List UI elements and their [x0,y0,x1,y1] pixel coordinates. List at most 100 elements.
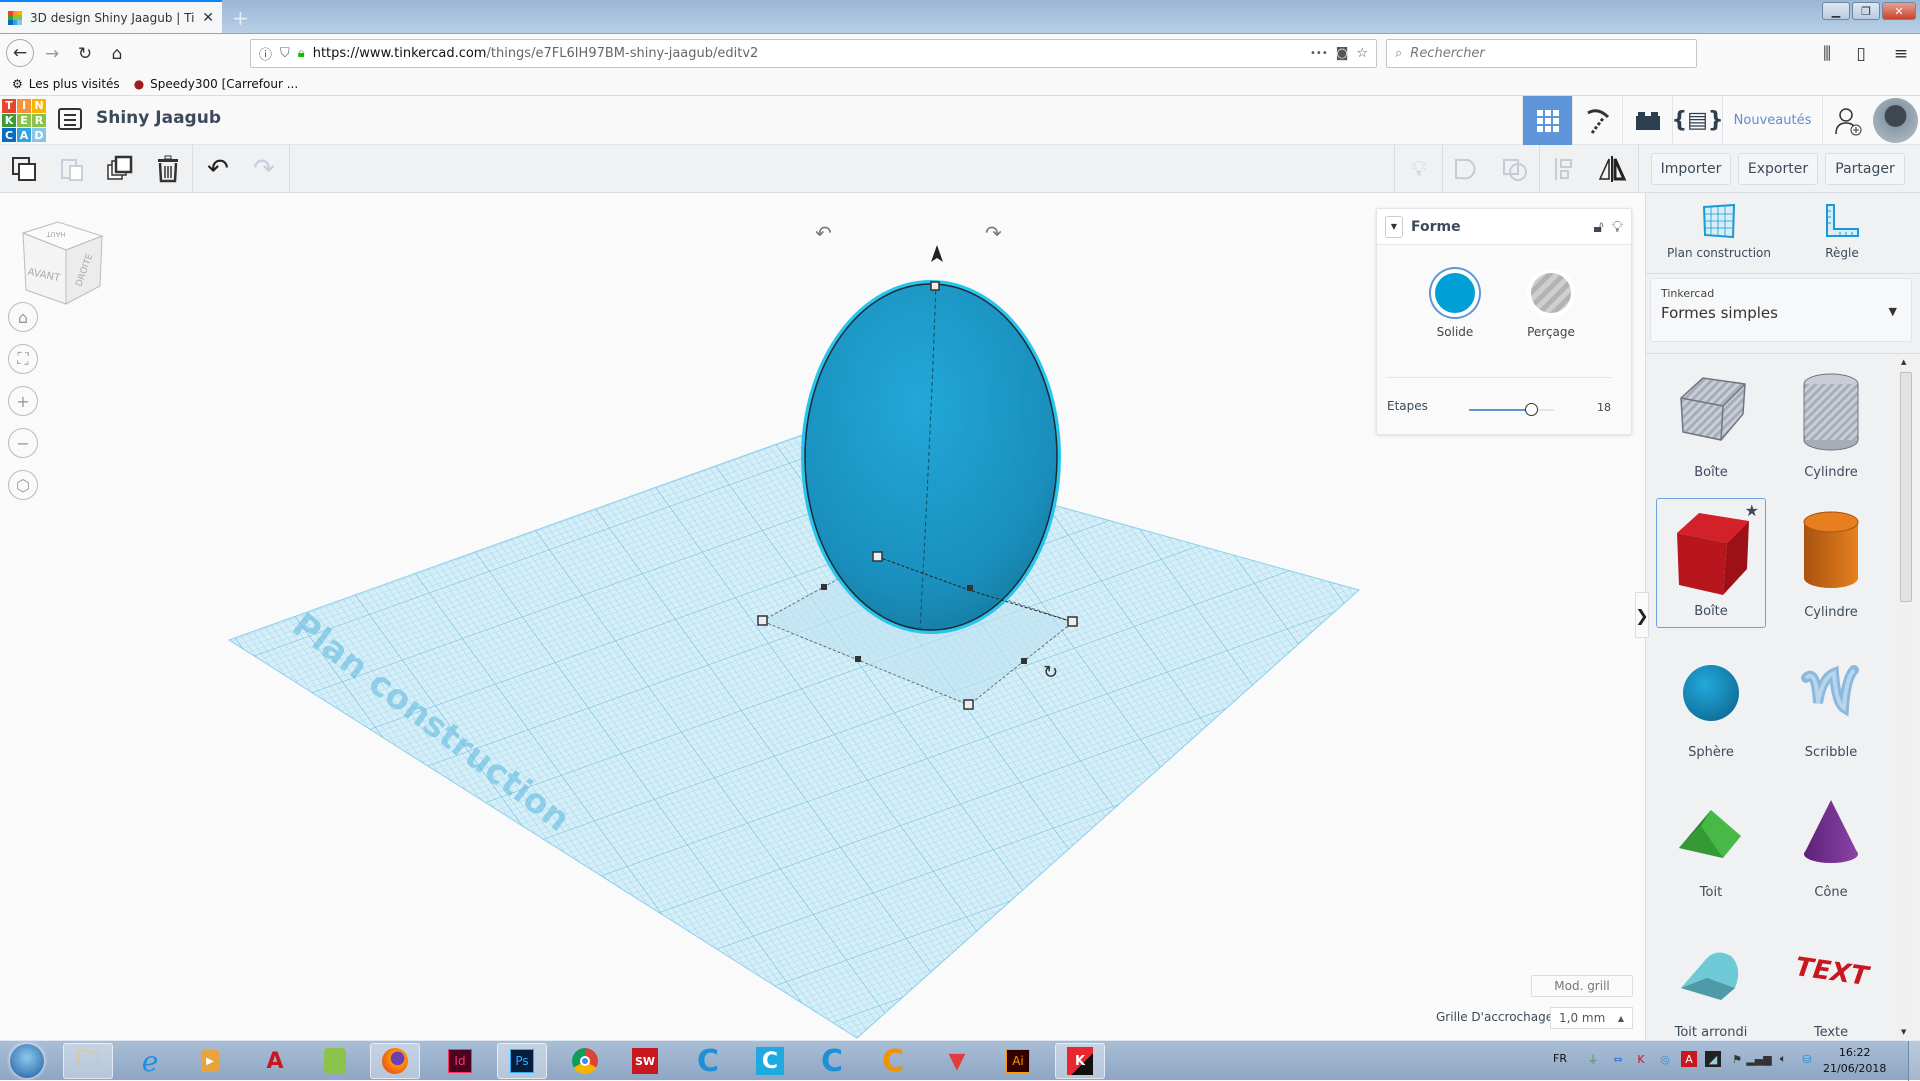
close-tab-icon[interactable]: ✕ [202,10,214,26]
mirror-button[interactable] [1588,145,1636,193]
start-button[interactable] [4,1043,50,1079]
taskbar-autocad[interactable]: A [250,1043,300,1079]
share-button[interactable]: Partager [1825,153,1905,185]
new-tab-button[interactable]: + [232,6,249,30]
forward-button[interactable]: → [40,42,64,66]
rotate-right-icon[interactable]: ↷ [985,221,1002,245]
language-indicator[interactable]: FR [1553,1052,1567,1065]
action-center-flag-icon[interactable]: ⚑ [1729,1051,1745,1067]
scroll-down-icon[interactable]: ▼ [1901,1028,1906,1036]
design-menu-icon[interactable] [58,108,82,130]
solid-color-swatch[interactable] [1431,269,1479,317]
browser-tab[interactable]: 3D design Shiny Jaagub | Tinke ✕ [0,0,222,33]
workplane-tool[interactable]: Plan construction [1664,203,1774,260]
taskbar-indesign[interactable]: Id [435,1043,485,1079]
hole-mode-button[interactable]: Perçage [1511,269,1591,339]
unlock-icon[interactable]: 🔓︎ [1593,217,1603,237]
shape-library-dropdown[interactable]: Tinkercad Formes simples ▼ [1650,278,1912,342]
taskbar-photoshop[interactable]: Ps [497,1043,547,1079]
taskbar-firefox[interactable] [370,1043,420,1079]
collapse-panel-toggle[interactable]: ❯ [1635,592,1649,638]
hole-swatch[interactable] [1527,269,1575,317]
pocket-icon[interactable]: ◙ [1336,46,1349,61]
taskbar-chrome[interactable] [560,1043,610,1079]
kaspersky-tray-icon[interactable]: K [1633,1051,1649,1067]
home-button[interactable]: ⌂ [105,42,129,66]
taskbar-solidworks[interactable]: SW [620,1043,670,1079]
steps-slider[interactable] [1469,403,1554,416]
ruler-tool[interactable]: Règle [1792,203,1892,260]
shape-box-hole[interactable]: Boîte [1656,358,1766,488]
bookmark-speedy300[interactable]: ● Speedy300 [Carrefour ... [134,77,298,91]
solid-mode-button[interactable]: Solide [1415,269,1495,339]
close-window-button[interactable]: ✕ [1882,2,1916,20]
minimize-button[interactable]: ▁ [1822,2,1850,20]
library-icon[interactable]: ⫼ [1815,42,1839,66]
duplicate-button[interactable] [96,145,144,193]
shape-scribble[interactable]: Scribble [1776,638,1886,768]
group-button[interactable] [1443,145,1491,193]
edit-grid-button[interactable]: Mod. grill [1531,975,1633,997]
shape-roof[interactable]: Toit [1656,778,1766,908]
system-clock[interactable]: 16:22 21/06/2018 [1823,1045,1886,1077]
sidebar-icon[interactable]: ▯ [1849,42,1873,66]
align-button[interactable] [1540,145,1588,193]
copy-button[interactable] [0,145,48,193]
codeblocks-button[interactable]: {▤} [1671,96,1724,145]
user-avatar[interactable] [1873,98,1918,143]
cloud-app-icon[interactable]: ⛁ [1799,1051,1815,1067]
bricks-view-button[interactable] [1622,96,1672,145]
height-arrow-icon[interactable] [931,245,943,262]
delete-button[interactable] [144,145,192,193]
shape-cylinder-hole[interactable]: Cylindre [1776,358,1886,488]
url-bar[interactable]: ⓘ ⛉ 🔒︎ https://www.tinkercad.com/things/… [250,39,1377,68]
display-driver-icon[interactable]: ◢ [1705,1051,1721,1067]
usb-device-icon[interactable]: ⏚ [1585,1051,1601,1067]
grid-view-button[interactable] [1522,96,1572,145]
teamviewer-icon[interactable]: ⇔ [1610,1051,1626,1067]
shapes-scrollbar[interactable]: ▲ ▼ [1898,358,1914,1040]
taskbar-c-app-1[interactable]: C [683,1043,733,1079]
tinkercad-logo[interactable]: TIN KER CAD [2,99,46,142]
taskbar-file-explorer[interactable]: 🗀︎ [63,1043,113,1079]
show-desktop-button[interactable] [1908,1041,1920,1081]
hamburger-menu-icon[interactable]: ≡ [1889,42,1913,66]
taskbar-kaspersky[interactable]: K [1055,1043,1105,1079]
undo-button[interactable]: ↶ [194,145,242,193]
show-hide-button[interactable]: 💡︎ [1395,145,1443,193]
restore-button[interactable]: ❐ [1852,2,1880,20]
bookmark-star-icon[interactable]: ☆ [1356,46,1368,61]
shape-round-roof[interactable]: Toit arrondi [1656,918,1766,1040]
ungroup-button[interactable] [1491,145,1539,193]
scrollbar-thumb[interactable] [1900,372,1912,602]
import-button[interactable]: Importer [1651,153,1731,185]
search-bar[interactable]: ⌕ Rechercher [1386,39,1697,68]
back-button[interactable]: ← [6,39,34,67]
sync-icon[interactable]: ◎ [1657,1051,1673,1067]
rotate-base-icon[interactable]: ↻ [1043,662,1058,683]
adobe-icon[interactable]: A [1681,1051,1697,1067]
taskbar-media-player[interactable]: ▶ [185,1043,235,1079]
taskbar-cura[interactable] [310,1043,360,1079]
shape-sphere[interactable]: Sphère [1656,638,1766,768]
network-signal-icon[interactable]: ▂▄▆ [1746,1051,1771,1067]
steps-slider-thumb[interactable] [1525,403,1538,416]
volume-icon[interactable]: 🔈︎ [1775,1051,1791,1067]
taskbar-c-app-3[interactable]: C [807,1043,857,1079]
collapse-panel-button[interactable]: ▼ [1385,215,1403,238]
page-actions-button[interactable]: ••• [1310,48,1328,59]
taskbar-internet-explorer[interactable]: e [125,1043,175,1079]
bookmark-most-visited[interactable]: ⚙ Les plus visités [12,77,120,91]
shape-cylinder[interactable]: Cylindre [1776,498,1886,628]
taskbar-vivaldi[interactable]: ▼ [932,1043,982,1079]
export-button[interactable]: Exporter [1738,153,1818,185]
info-icon[interactable]: ⓘ [259,44,272,63]
shape-cone[interactable]: Cône [1776,778,1886,908]
shape-text[interactable]: TEXT Texte [1776,918,1886,1040]
taskbar-illustrator[interactable]: Ai [993,1043,1043,1079]
redo-button[interactable]: ↷ [240,145,288,193]
paste-button[interactable] [48,145,96,193]
taskbar-c-app-2[interactable]: C [745,1043,795,1079]
visibility-bulb-icon[interactable]: 💡︎ [1612,217,1623,237]
rotate-left-icon[interactable]: ↶ [815,221,832,245]
